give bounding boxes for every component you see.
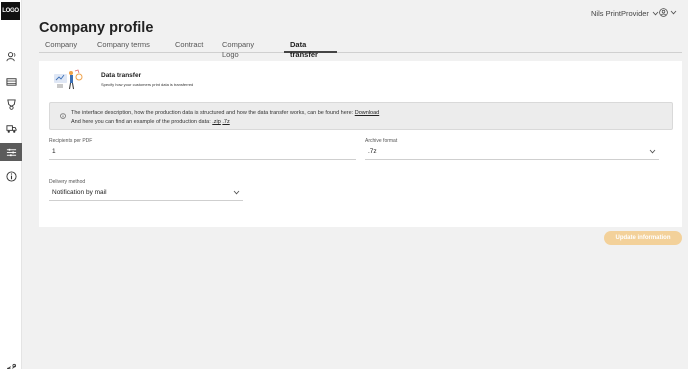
sliders-icon bbox=[6, 148, 16, 156]
sidebar-item-info[interactable] bbox=[0, 167, 22, 185]
account-icon bbox=[659, 8, 668, 17]
printer-icon bbox=[5, 77, 17, 86]
info-box: The interface description, how the produ… bbox=[49, 102, 673, 130]
example-7z-link[interactable]: .7z bbox=[222, 119, 229, 125]
sidebar-item-settings[interactable] bbox=[0, 143, 22, 161]
users-icon bbox=[5, 51, 15, 61]
card-title: Data transfer bbox=[101, 72, 142, 79]
recipients-label: Recipients per PDF bbox=[49, 138, 93, 144]
sidebar-item-truck[interactable] bbox=[0, 119, 22, 137]
delivery-method-value: Notification by mail bbox=[52, 189, 107, 196]
user-name: Nils PrintProvider bbox=[591, 9, 649, 18]
chevron-down-icon bbox=[233, 190, 240, 195]
data-transfer-card: Data transfer Specify how your customers… bbox=[39, 61, 682, 227]
chevron-down-icon bbox=[670, 10, 677, 15]
truck-icon bbox=[5, 124, 17, 133]
info-line-2: And here you can find an example of the … bbox=[71, 119, 230, 125]
card-subtitle: Specify how your customers print data is… bbox=[101, 82, 194, 87]
badge-icon bbox=[6, 98, 16, 110]
account-button[interactable] bbox=[659, 8, 679, 17]
link-icon bbox=[6, 363, 16, 369]
delivery-method-label: Delivery method bbox=[49, 179, 86, 185]
data-transfer-illustration bbox=[54, 69, 83, 90]
download-link[interactable]: Download bbox=[355, 110, 379, 116]
example-zip-link[interactable]: .zip bbox=[212, 119, 221, 125]
info-icon bbox=[5, 170, 17, 182]
info-circle-icon bbox=[60, 113, 66, 119]
archive-format-label: Archive format bbox=[365, 138, 398, 144]
logo: LOGO bbox=[1, 2, 20, 20]
update-information-button[interactable]: Update information bbox=[604, 231, 682, 245]
user-menu[interactable]: Nils PrintProvider bbox=[591, 9, 659, 18]
info-line-1: The interface description, how the produ… bbox=[71, 110, 379, 116]
archive-format-value: .7z bbox=[368, 148, 377, 155]
sidebar-item-users[interactable] bbox=[0, 47, 22, 65]
tab-company-terms[interactable]: Company terms bbox=[91, 40, 161, 53]
delivery-method-select[interactable]: Notification by mail bbox=[49, 188, 243, 201]
tab-data-transfer[interactable]: Data transfer bbox=[284, 40, 337, 59]
sidebar: LOGO bbox=[0, 0, 22, 369]
tab-bar: Company Company terms Contract Company L… bbox=[39, 40, 682, 59]
chevron-down-icon bbox=[652, 11, 659, 16]
info-line-1-text: The interface description, how the produ… bbox=[71, 110, 354, 116]
tab-company-logo[interactable]: Company Logo bbox=[216, 40, 278, 59]
archive-format-select[interactable]: .7z bbox=[365, 147, 659, 160]
sidebar-item-printer[interactable] bbox=[0, 72, 22, 90]
tab-contract[interactable]: Contract bbox=[169, 40, 213, 53]
sidebar-item-link[interactable] bbox=[0, 358, 22, 369]
chevron-down-icon bbox=[649, 149, 656, 154]
sidebar-item-badge[interactable] bbox=[0, 95, 22, 113]
page-title: Company profile bbox=[39, 20, 154, 36]
tab-company[interactable]: Company bbox=[39, 40, 89, 53]
recipients-input[interactable]: 1 bbox=[49, 147, 356, 160]
info-line-2-text: And here you can find an example of the … bbox=[71, 119, 211, 125]
